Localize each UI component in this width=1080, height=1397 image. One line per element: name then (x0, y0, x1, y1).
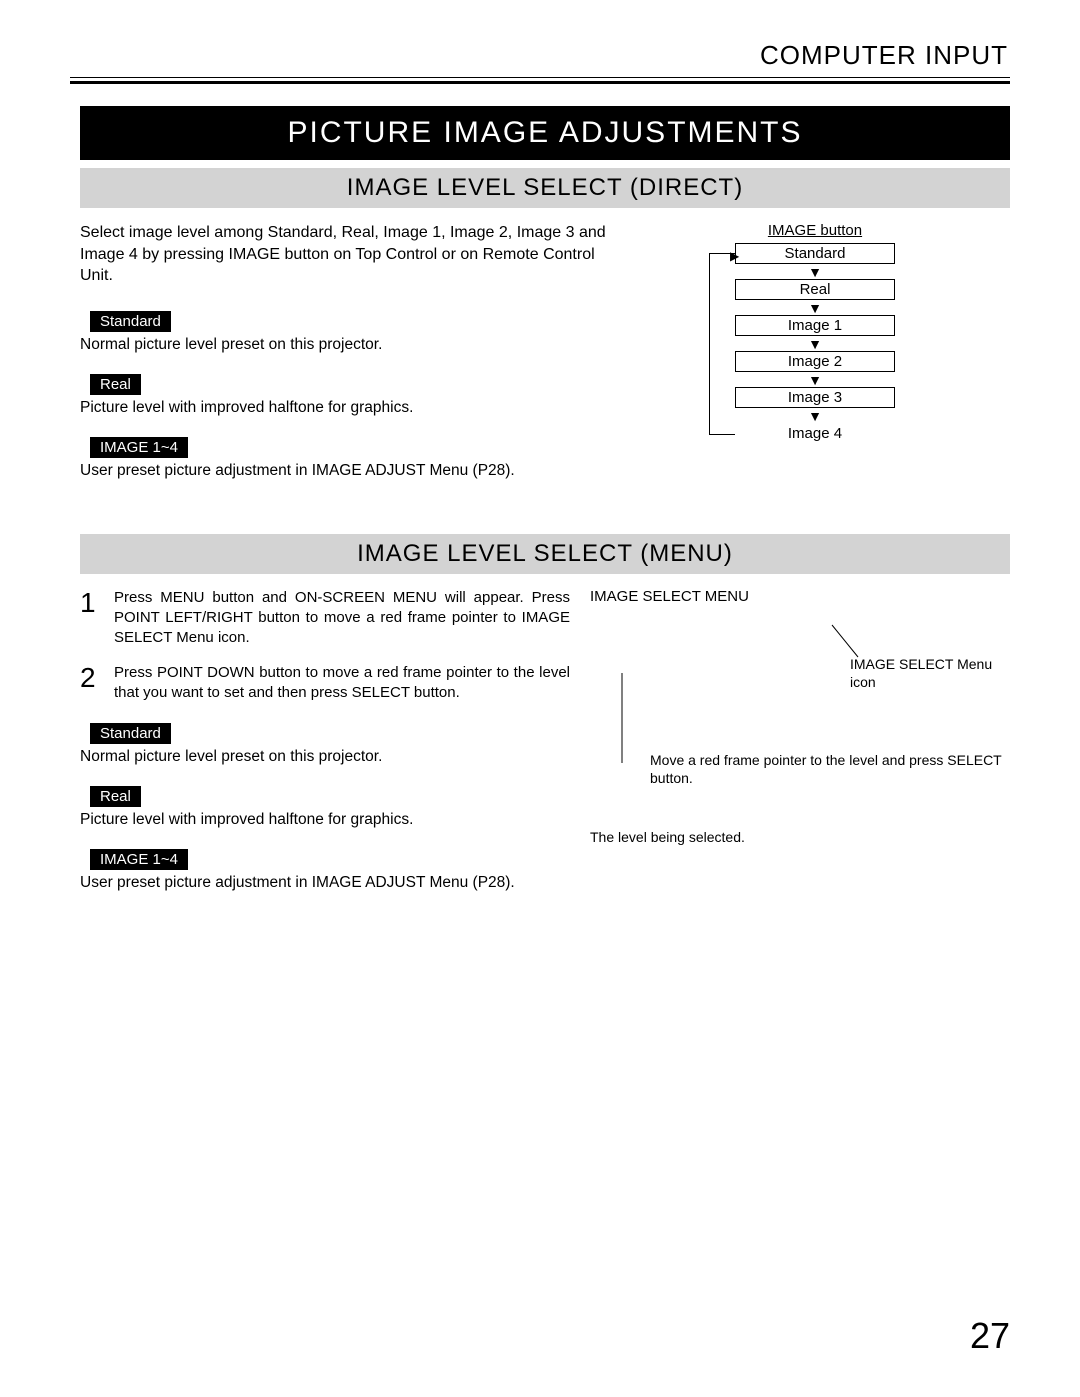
section-title-menu: IMAGE LEVEL SELECT (MENU) (80, 534, 1010, 574)
callout-pointer: Move a red frame pointer to the level an… (650, 751, 1010, 787)
section-title-direct: IMAGE LEVEL SELECT (DIRECT) (80, 168, 1010, 208)
desc-standard: Normal picture level preset on this proj… (80, 336, 610, 354)
direct-intro: Select image level among Standard, Real,… (80, 222, 610, 287)
callout-pointer-text: Move a red frame pointer to the level an… (650, 752, 1001, 786)
label-standard: Standard (90, 311, 171, 332)
cycle-level-image3: Image 3 (735, 387, 895, 408)
main-title: PICTURE IMAGE ADJUSTMENTS (80, 106, 1010, 160)
callout-selected: The level being selected. (590, 828, 1010, 846)
down-arrow-icon: ▼ (735, 336, 895, 351)
cycle-level-image1: Image 1 (735, 315, 895, 336)
desc-image14: User preset picture adjustment in IMAGE … (80, 462, 610, 480)
cycle-level-image2: Image 2 (735, 351, 895, 372)
label-real: Real (90, 374, 141, 395)
header-rule (70, 77, 1010, 84)
callout-line-icon (622, 673, 662, 763)
cycle-diagram: ▶ Standard ▼ Real ▼ Image 1 ▼ Image 2 ▼ … (735, 243, 895, 442)
desc-real-2: Picture level with improved halftone for… (80, 811, 570, 829)
step-number-2: 2 (80, 663, 114, 704)
label-image14: IMAGE 1~4 (90, 437, 188, 458)
header-category: COMPUTER INPUT (70, 40, 1010, 71)
cycle-level-standard: Standard (735, 243, 895, 264)
callout-menu-icon: IMAGE SELECT Menu icon (850, 655, 1010, 691)
down-arrow-icon: ▼ (735, 300, 895, 315)
down-arrow-icon: ▼ (735, 408, 895, 423)
image-button-label: IMAGE button (620, 222, 1010, 239)
cycle-level-real: Real (735, 279, 895, 300)
callout-menu-icon-text: IMAGE SELECT Menu icon (850, 656, 992, 690)
cycle-level-image4: Image 4 (735, 423, 895, 442)
down-arrow-icon: ▼ (735, 264, 895, 279)
desc-real: Picture level with improved halftone for… (80, 399, 610, 417)
page-number: 27 (970, 1315, 1010, 1357)
down-arrow-icon: ▼ (735, 372, 895, 387)
callout-selected-text: The level being selected. (590, 829, 745, 845)
image-select-menu-label: IMAGE SELECT MENU (590, 588, 1010, 605)
step-text-2: Press POINT DOWN button to move a red fr… (114, 663, 570, 704)
desc-standard-2: Normal picture level preset on this proj… (80, 748, 570, 766)
desc-image14-2: User preset picture adjustment in IMAGE … (80, 874, 570, 892)
label-real-2: Real (90, 786, 141, 807)
label-standard-2: Standard (90, 723, 171, 744)
callout-line-icon (600, 761, 650, 763)
cycle-return-arrow-icon: ▶ (730, 249, 739, 263)
callout-line-icon (832, 625, 862, 661)
step-number-1: 1 (80, 588, 114, 649)
label-image14-2: IMAGE 1~4 (90, 849, 188, 870)
step-text-1: Press MENU button and ON-SCREEN MENU wil… (114, 588, 570, 649)
